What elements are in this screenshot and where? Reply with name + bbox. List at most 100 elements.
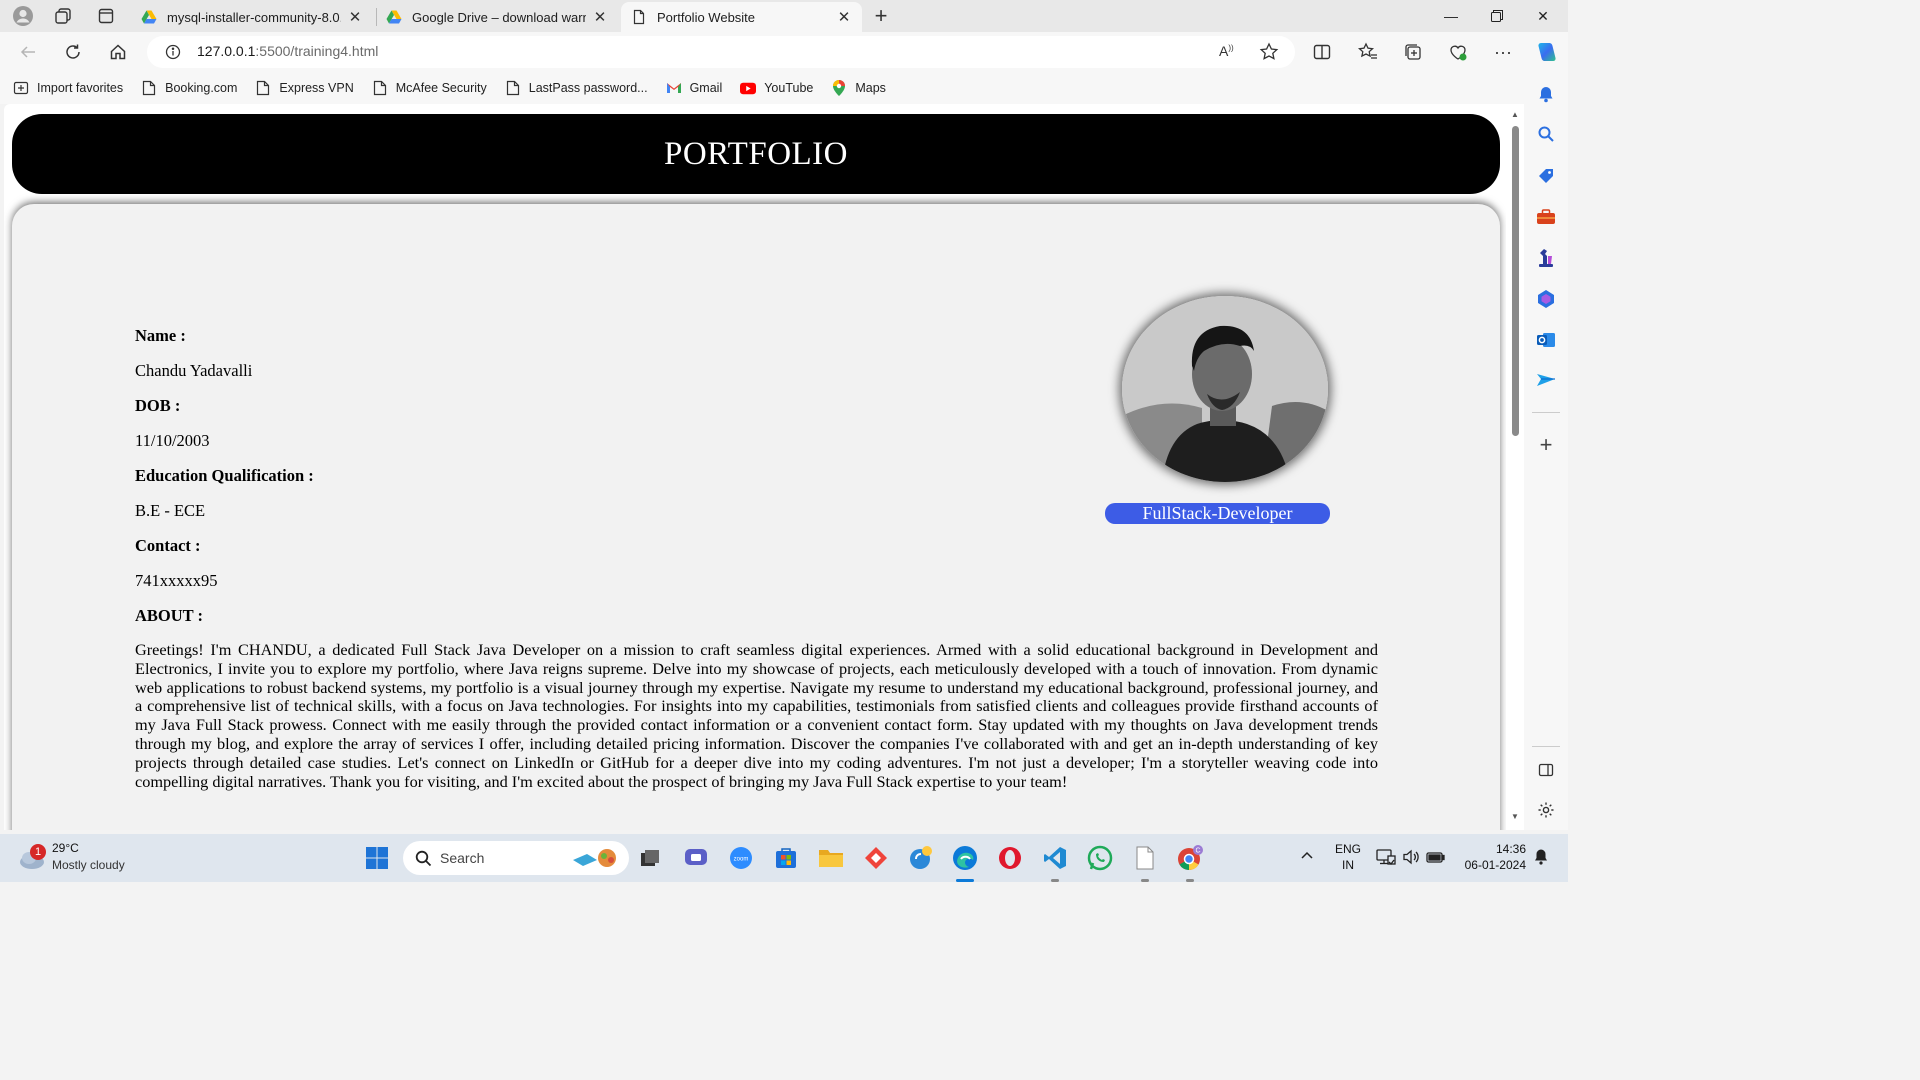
whatsapp-icon[interactable] <box>1086 844 1114 872</box>
close-tab-icon[interactable]: ✕ <box>836 8 852 26</box>
language-indicator[interactable]: ENG IN <box>1330 842 1366 872</box>
opera-browser-icon[interactable] <box>996 844 1024 872</box>
about-text: Greetings! I'm CHANDU, a dedicated Full … <box>135 640 1378 791</box>
send-drop-icon[interactable] <box>1536 370 1556 390</box>
battery-icon[interactable] <box>1426 849 1446 870</box>
scroll-up-arrow-icon[interactable]: ▲ <box>1511 110 1519 119</box>
open-app-indicator <box>1141 879 1149 882</box>
settings-more-icon[interactable]: ··· <box>1489 38 1517 66</box>
contact-label: Contact : <box>135 536 201 555</box>
profile-photo <box>1122 296 1328 482</box>
search-sidebar-icon[interactable] <box>1536 124 1556 144</box>
search-highlight-icon <box>573 849 616 867</box>
profile-icon[interactable] <box>8 3 38 29</box>
outlook-icon[interactable] <box>1536 330 1556 350</box>
tab-actions-icon[interactable] <box>91 3 121 29</box>
notifications-bell-icon[interactable] <box>1536 84 1556 104</box>
home-button[interactable] <box>104 38 132 66</box>
tab-portfolio-website[interactable]: Portfolio Website ✕ <box>621 2 862 32</box>
microsoft-365-icon[interactable] <box>1536 289 1556 309</box>
gmail-icon <box>666 80 682 96</box>
chrome-icon[interactable]: C <box>1176 844 1204 872</box>
clock-time: 14:36 <box>1495 842 1526 856</box>
weather-widget[interactable]: 1 29°C Mostly cloudy <box>16 840 166 876</box>
address-bar[interactable]: 127.0.0.1:5500/training4.html A)) <box>147 36 1295 68</box>
microsoft-store-icon[interactable] <box>772 844 800 872</box>
tab-mysql-installer[interactable]: mysql-installer-community-8.0.3 ✕ <box>131 2 373 32</box>
svg-text:C: C <box>1195 848 1200 855</box>
taskbar-search-box[interactable]: Search <box>403 841 629 875</box>
hide-sidebar-icon[interactable] <box>1536 760 1556 780</box>
bookmark-express-vpn[interactable]: Express VPN <box>255 80 354 96</box>
bookmark-lastpass[interactable]: LastPass password... <box>505 80 648 96</box>
url-host: 127.0.0.1 <box>197 43 256 59</box>
google-drive-icon <box>386 10 402 24</box>
sidebar-settings-gear-icon[interactable] <box>1536 800 1556 820</box>
vscode-icon[interactable] <box>1041 844 1069 872</box>
edge-browser-icon[interactable] <box>951 844 979 872</box>
page-icon <box>255 80 271 96</box>
close-tab-icon[interactable]: ✕ <box>347 8 363 26</box>
games-chess-icon[interactable] <box>1536 248 1556 268</box>
bookmark-youtube[interactable]: YouTube <box>740 80 813 96</box>
refresh-button[interactable] <box>59 38 87 66</box>
favorites-icon[interactable] <box>1354 38 1382 66</box>
close-window-button[interactable]: ✕ <box>1520 0 1566 32</box>
page-icon <box>141 80 157 96</box>
youtube-icon <box>740 80 757 96</box>
notification-center-bell-icon[interactable] <box>1533 848 1549 871</box>
sidebar-divider <box>1532 412 1560 413</box>
active-app-indicator <box>956 879 974 882</box>
workspaces-icon[interactable] <box>48 3 78 29</box>
page-scrollbar[interactable]: ▲ ▼ <box>1506 104 1524 830</box>
task-view-icon[interactable] <box>636 844 664 872</box>
import-icon <box>13 80 29 96</box>
page-icon <box>372 80 388 96</box>
bookmark-import-favorites[interactable]: Import favorites <box>13 80 123 96</box>
minimize-button[interactable]: — <box>1428 0 1474 32</box>
add-sidebar-app-icon[interactable]: + <box>1536 432 1556 457</box>
about-label: ABOUT : <box>135 606 203 625</box>
tab-google-drive[interactable]: Google Drive – download warnin ✕ <box>376 2 618 32</box>
favorite-star-icon[interactable] <box>1259 42 1279 67</box>
bookmark-label: McAfee Security <box>395 81 487 95</box>
show-hidden-icons-chevron-icon[interactable] <box>1300 849 1314 868</box>
shopping-tag-icon[interactable] <box>1536 166 1556 186</box>
network-icon[interactable] <box>1376 848 1396 871</box>
bookmark-maps[interactable]: Maps <box>831 80 886 96</box>
bookmark-booking[interactable]: Booking.com <box>141 80 237 96</box>
read-aloud-icon[interactable]: A)) <box>1219 43 1234 59</box>
role-badge: FullStack-Developer <box>1105 503 1330 524</box>
copilot-icon[interactable] <box>1532 38 1560 66</box>
bookmark-gmail[interactable]: Gmail <box>666 80 722 96</box>
split-screen-icon[interactable] <box>1308 38 1336 66</box>
restore-button[interactable] <box>1474 0 1520 32</box>
url-text[interactable]: 127.0.0.1:5500/training4.html <box>197 43 378 59</box>
scroll-down-arrow-icon[interactable]: ▼ <box>1511 812 1519 821</box>
weather-alert-badge: 1 <box>30 844 46 860</box>
clock-date: 06-01-2024 <box>1464 858 1526 872</box>
browser-essentials-icon[interactable] <box>1444 38 1472 66</box>
blank-document-icon[interactable] <box>1131 844 1159 872</box>
collections-icon[interactable] <box>1399 38 1427 66</box>
clock[interactable]: 14:36 06-01-2024 <box>1456 842 1526 872</box>
favorites-bar: Import favorites Booking.com Express VPN… <box>0 72 1568 104</box>
file-explorer-icon[interactable] <box>817 844 845 872</box>
page-title: PORTFOLIO <box>663 135 849 172</box>
new-tab-button[interactable]: + <box>866 3 896 29</box>
tools-briefcase-icon[interactable] <box>1536 207 1556 227</box>
page-viewport: PORTFOLIO Name : Chandu Yadavalli DOB : … <box>4 104 1506 830</box>
teams-chat-icon[interactable] <box>682 844 710 872</box>
close-tab-icon[interactable]: ✕ <box>592 8 608 26</box>
start-windows-icon[interactable] <box>363 844 391 872</box>
scrollbar-thumb[interactable] <box>1512 126 1519 436</box>
bookmark-mcafee[interactable]: McAfee Security <box>372 80 487 96</box>
app-with-notification-icon[interactable] <box>907 844 935 872</box>
zoom-app-icon[interactable]: zoom <box>727 844 755 872</box>
back-button[interactable] <box>14 38 42 66</box>
volume-icon[interactable] <box>1402 848 1420 871</box>
anydesk-icon[interactable] <box>862 844 890 872</box>
site-info-icon[interactable] <box>165 44 181 65</box>
google-drive-icon <box>141 10 157 24</box>
windows-taskbar: 1 29°C Mostly cloudy Search zoom C ENG I… <box>0 834 1568 882</box>
